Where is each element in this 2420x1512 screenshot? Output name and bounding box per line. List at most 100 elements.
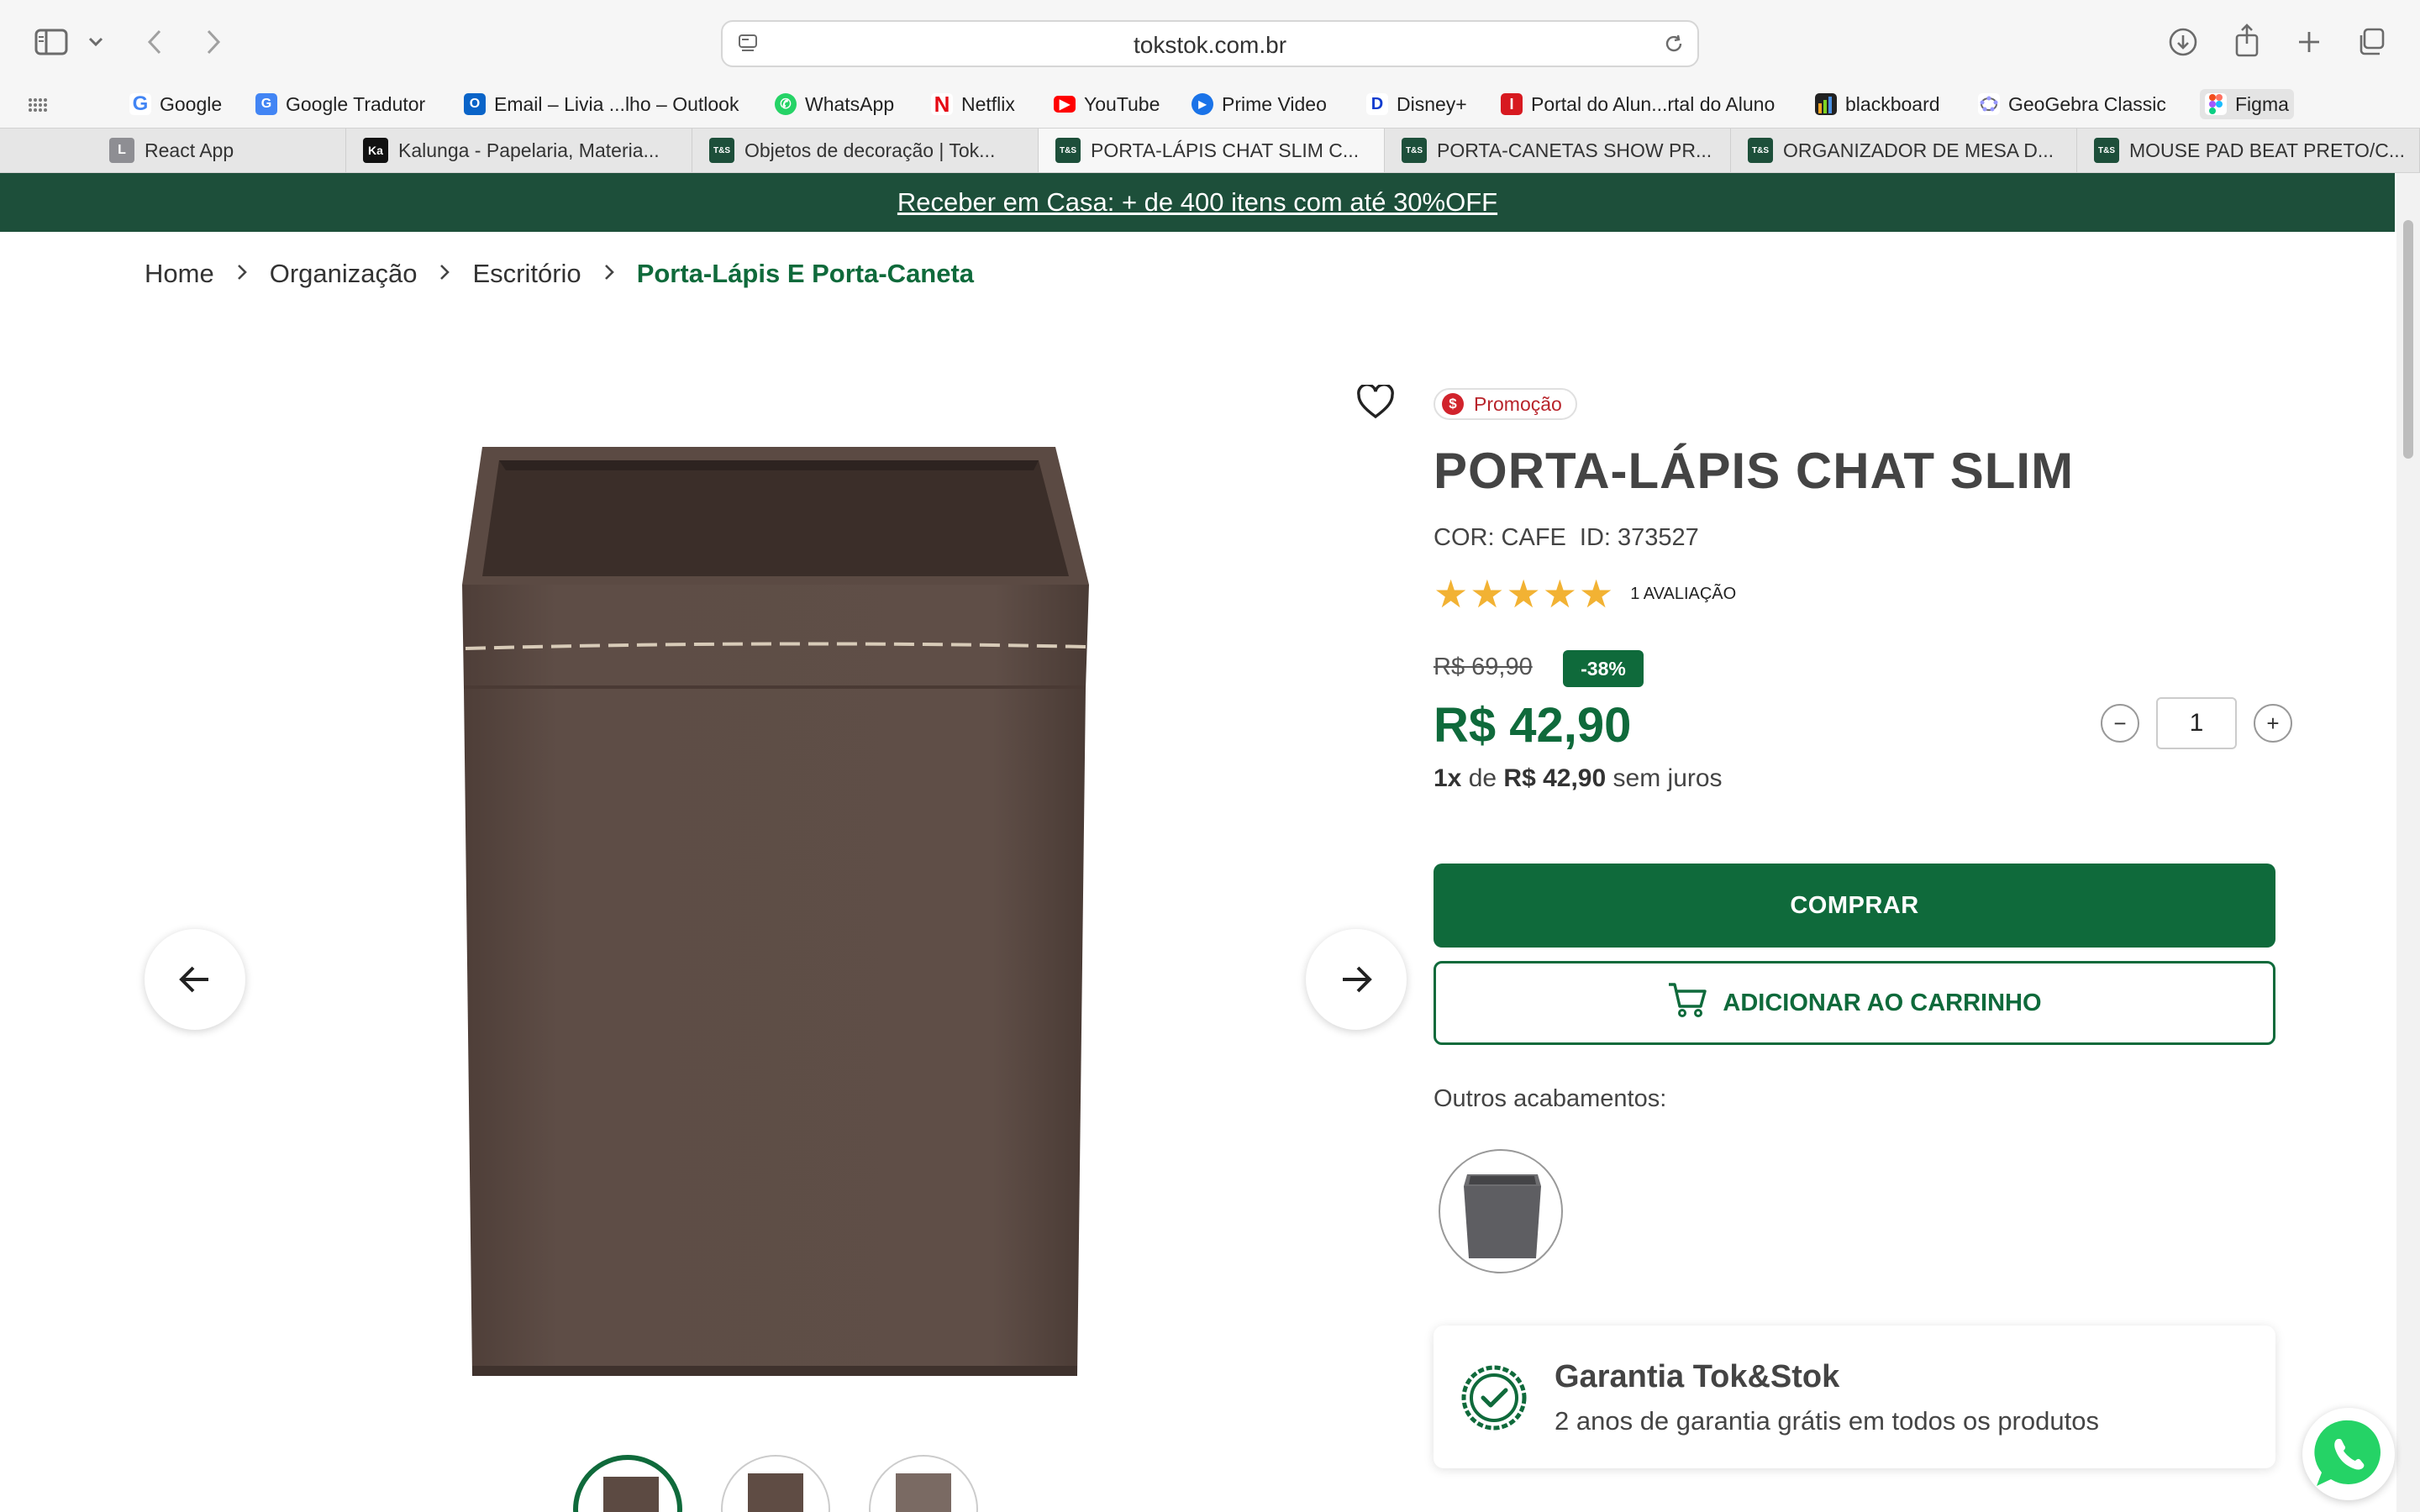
product-rating[interactable]: ★★★★★ 1 AVALIAÇÃO: [1434, 571, 1736, 617]
tab-label: MOUSE PAD BEAT PRETO/C...: [2129, 139, 2406, 161]
warranty-check-icon: [1459, 1362, 1529, 1433]
thumbnail-image: [603, 1477, 659, 1512]
promo-banner[interactable]: Receber em Casa: + de 400 itens com até …: [0, 173, 2395, 232]
downloads-icon[interactable]: [2166, 25, 2200, 59]
prime-video-icon: ▶: [1192, 93, 1213, 115]
reload-icon[interactable]: [1660, 30, 1687, 57]
bookmark-label: Portal do Alun...rtal do Aluno: [1531, 92, 1776, 115]
tab-label: PORTA-CANETAS SHOW PR...: [1437, 139, 1712, 161]
geogebra-icon: [1978, 93, 2000, 115]
back-icon[interactable]: [139, 25, 170, 59]
tokstok-favicon-icon: T&S: [1055, 138, 1081, 163]
finish-swatch-grey[interactable]: [1439, 1149, 1563, 1273]
breadcrumb-home[interactable]: Home: [145, 259, 214, 289]
installment-amount: R$ 42,90: [1503, 764, 1607, 792]
scrollbar-thumb[interactable]: [2403, 220, 2413, 459]
product-color: COR: CAFE: [1434, 524, 1566, 551]
product-title: PORTA-LÁPIS CHAT SLIM: [1434, 443, 2075, 499]
bookmark-label: blackboard: [1845, 92, 1940, 115]
bookmark-blackboard[interactable]: blackboard: [1810, 89, 1945, 119]
arrow-right-icon: [1343, 966, 1372, 993]
breadcrumb-escritorio[interactable]: Escritório: [472, 259, 581, 289]
whatsapp-icon: ✆: [775, 93, 797, 115]
tokstok-favicon-icon: T&S: [2094, 138, 2119, 163]
rating-count[interactable]: 1 AVALIAÇÃO: [1630, 585, 1736, 604]
tab-label: Objetos de decoração | Tok...: [744, 139, 996, 161]
installment-count: 1x: [1434, 764, 1462, 792]
breadcrumb-organizacao[interactable]: Organização: [270, 259, 418, 289]
bookmark-label: GeoGebra Classic: [2008, 92, 2166, 115]
bookmark-label: Prime Video: [1222, 92, 1327, 115]
breadcrumb: Home Organização Escritório Porta-Lápis …: [145, 257, 974, 291]
youtube-icon: ▶: [1054, 96, 1076, 113]
tab-mouse-pad[interactable]: T&S MOUSE PAD BEAT PRETO/C...: [2077, 129, 2420, 172]
thumbnail-1[interactable]: [573, 1455, 682, 1512]
bookmark-whatsapp[interactable]: ✆ WhatsApp: [770, 89, 899, 119]
product-image: [454, 437, 1092, 1381]
bookmark-label: Netflix: [961, 92, 1015, 115]
bookmark-portal-do-aluno[interactable]: I Portal do Alun...rtal do Aluno: [1496, 89, 1780, 119]
address-bar[interactable]: tokstok.com.br: [721, 20, 1699, 67]
bookmark-outlook[interactable]: O Email – Livia ...lho – Outlook: [459, 89, 744, 119]
forward-icon[interactable]: [198, 25, 229, 59]
favorite-heart-icon[interactable]: [1356, 383, 1395, 423]
tokstok-favicon-icon: T&S: [709, 138, 734, 163]
thumbnail-image: [896, 1473, 951, 1512]
portal-icon: I: [1501, 93, 1523, 115]
quantity-increase-button[interactable]: +: [2254, 704, 2292, 743]
tab-react-app[interactable]: L React App: [92, 129, 346, 172]
chevron-down-icon[interactable]: [84, 30, 108, 54]
netflix-icon: N: [931, 92, 953, 117]
tab-porta-lapis[interactable]: T&S PORTA-LÁPIS CHAT SLIM C...: [1039, 129, 1385, 172]
bookmark-netflix[interactable]: N Netflix: [926, 89, 1020, 119]
bookmark-disney-plus[interactable]: D Disney+: [1361, 89, 1472, 119]
bookmark-youtube[interactable]: ▶ YouTube: [1049, 89, 1165, 119]
next-image-button[interactable]: [1306, 929, 1407, 1030]
bookmark-label: Figma: [2235, 92, 2289, 115]
tab-organizador[interactable]: T&S ORGANIZADOR DE MESA D...: [1731, 129, 2077, 172]
product-id: ID: 373527: [1579, 524, 1699, 551]
tab-porta-canetas[interactable]: T&S PORTA-CANETAS SHOW PR...: [1385, 129, 1731, 172]
warranty-title: Garantia Tok&Stok: [1555, 1359, 1840, 1394]
share-icon[interactable]: [2230, 22, 2264, 59]
bookmark-google-tradutor[interactable]: G Google Tradutor: [250, 89, 430, 119]
chevron-right-icon: [603, 260, 615, 287]
whatsapp-chat-button[interactable]: [2302, 1408, 2395, 1500]
bookmark-label: Google: [160, 92, 223, 115]
previous-image-button[interactable]: [145, 929, 245, 1030]
bookmark-figma[interactable]: Figma: [2200, 89, 2294, 119]
old-price: R$ 69,90: [1434, 654, 1533, 680]
buy-button[interactable]: COMPRAR: [1434, 864, 2275, 948]
cart-icon: [1667, 981, 1707, 1025]
bookmark-label: WhatsApp: [805, 92, 895, 115]
breadcrumb-current[interactable]: Porta-Lápis E Porta-Caneta: [637, 259, 974, 289]
bookmark-prime-video[interactable]: ▶ Prime Video: [1186, 89, 1332, 119]
apps-grid-icon[interactable]: [25, 92, 50, 118]
bookmarks-bar: G Google G Google Tradutor O Email – Liv…: [0, 81, 2420, 128]
tab-overview-icon[interactable]: [2354, 25, 2388, 59]
tab-bar: L React App Ka Kalunga - Papelaria, Mate…: [0, 128, 2420, 173]
tab-kalunga[interactable]: Ka Kalunga - Papelaria, Materia...: [346, 129, 692, 172]
add-to-cart-button[interactable]: ADICIONAR AO CARRINHO: [1434, 961, 2275, 1045]
quantity-input[interactable]: 1: [2156, 697, 2237, 749]
installment-info: 1x de R$ 42,90 sem juros: [1434, 764, 1723, 793]
react-app-favicon-icon: L: [109, 138, 134, 163]
thumbnail-3[interactable]: [869, 1455, 978, 1512]
bookmark-label: Google Tradutor: [286, 92, 426, 115]
tab-objetos-decoracao[interactable]: T&S Objetos de decoração | Tok...: [692, 129, 1039, 172]
chevron-right-icon: [236, 260, 248, 287]
bookmark-google[interactable]: G Google: [124, 89, 227, 119]
thumbnail-2[interactable]: [721, 1455, 830, 1512]
kalunga-favicon-icon: Ka: [363, 138, 388, 163]
new-tab-icon[interactable]: [2292, 25, 2326, 59]
tab-label: React App: [145, 139, 234, 161]
promo-banner-link[interactable]: Receber em Casa: + de 400 itens com até …: [897, 187, 1497, 218]
sidebar-toggle-icon[interactable]: [32, 25, 71, 59]
add-to-cart-label: ADICIONAR AO CARRINHO: [1723, 989, 2042, 1016]
browser-toolbar: tokstok.com.br: [0, 0, 2420, 84]
quantity-decrease-button[interactable]: −: [2101, 704, 2139, 743]
star-rating-icon: ★★★★★: [1434, 572, 1616, 616]
bookmark-geogebra[interactable]: GeoGebra Classic: [1973, 89, 2171, 119]
page-scrollbar[interactable]: [2396, 173, 2420, 1512]
tab-label: Kalunga - Papelaria, Materia...: [398, 139, 660, 161]
